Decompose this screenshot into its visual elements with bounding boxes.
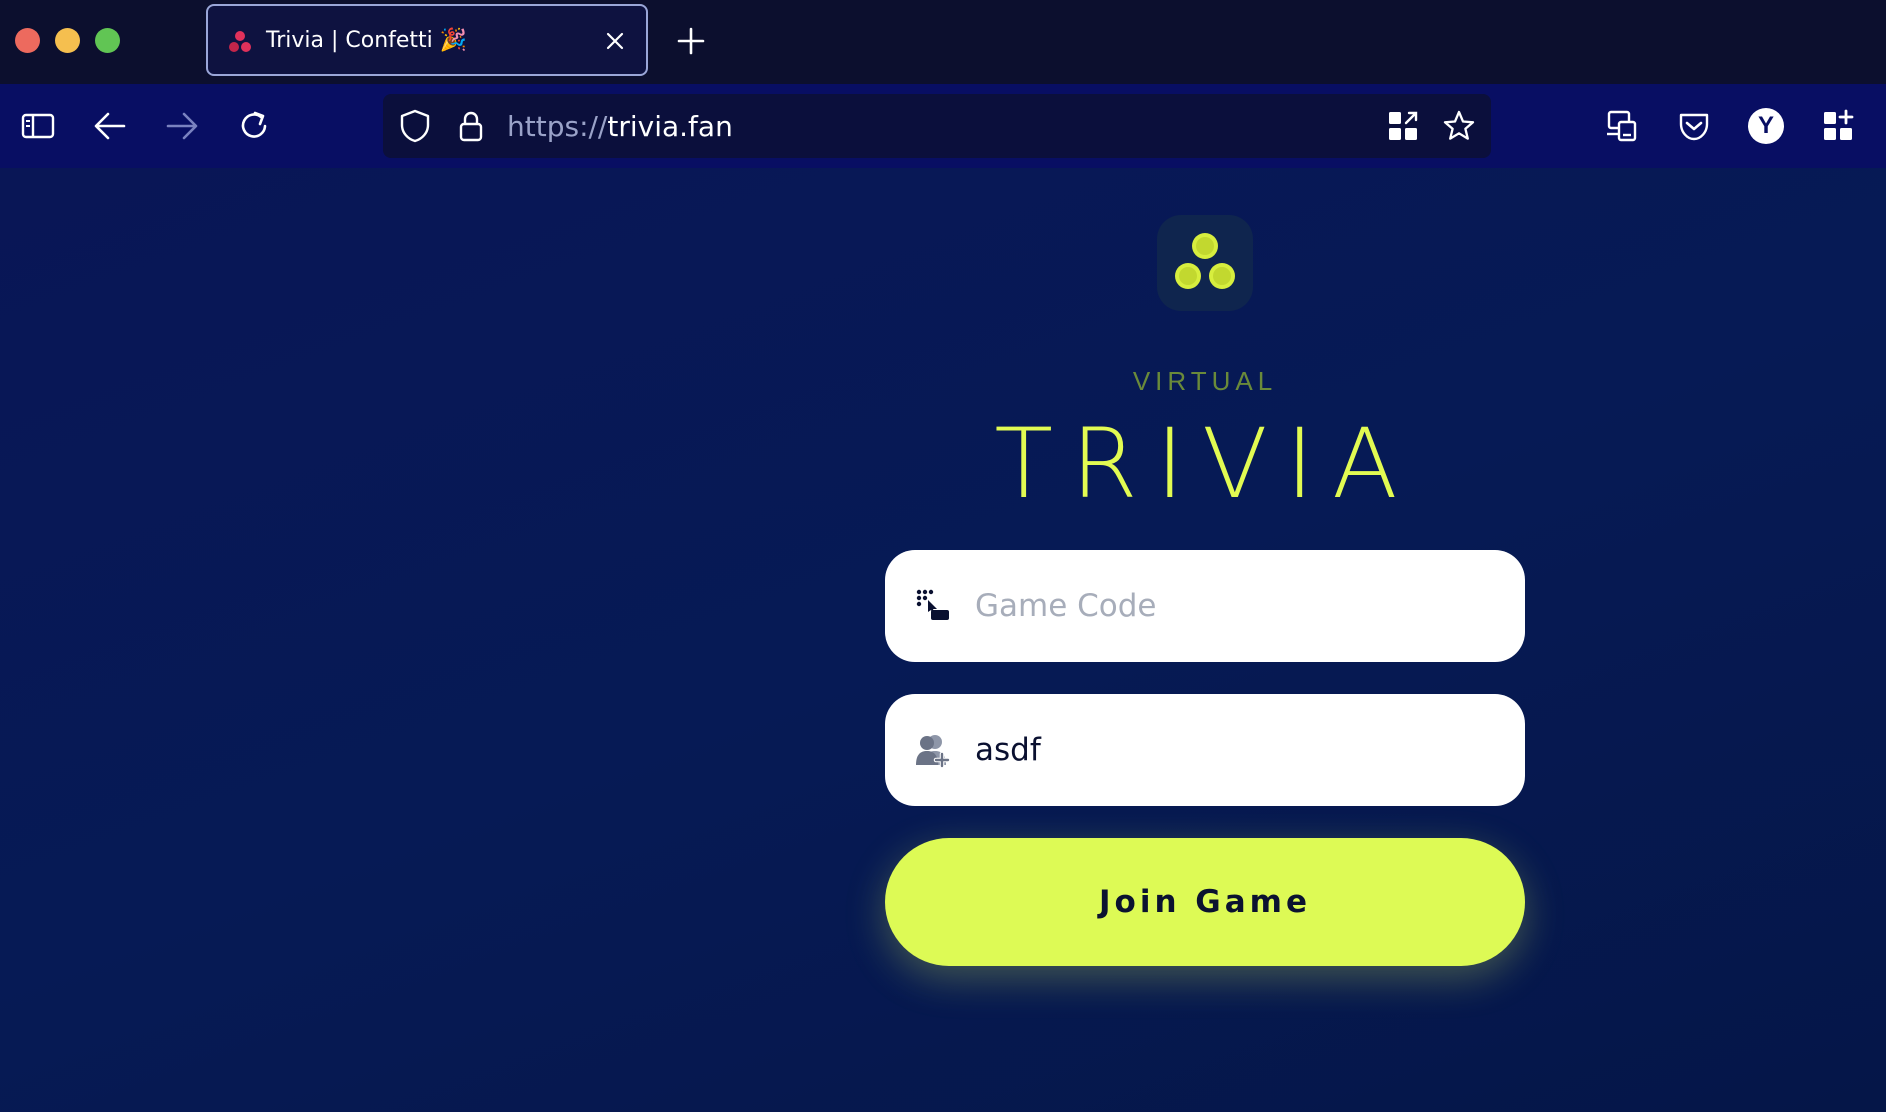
extensions-icon[interactable] xyxy=(1820,108,1856,144)
player-name-input[interactable] xyxy=(975,722,1495,778)
bookmark-star-icon[interactable] xyxy=(1441,108,1477,144)
synced-devices-icon[interactable] xyxy=(1604,108,1640,144)
game-code-field[interactable] xyxy=(885,550,1525,662)
confetti-dots-icon xyxy=(229,31,251,52)
close-tab-icon[interactable] xyxy=(604,30,626,52)
forward-arrow-icon[interactable] xyxy=(164,108,200,144)
account-avatar[interactable]: Y xyxy=(1748,108,1784,144)
qr-code-icon[interactable] xyxy=(1385,108,1421,144)
url-host: trivia.fan xyxy=(607,110,733,143)
page-title: TRIVIA xyxy=(994,408,1416,520)
back-arrow-icon[interactable] xyxy=(92,108,128,144)
add-user-icon xyxy=(916,735,951,768)
join-game-button[interactable]: Join Game xyxy=(885,838,1525,966)
game-code-input[interactable] xyxy=(975,578,1495,634)
sidebar-toggle-icon[interactable] xyxy=(20,108,56,144)
maximize-window-button[interactable] xyxy=(95,28,120,53)
trivia-dots-icon xyxy=(1175,233,1235,289)
shield-icon[interactable] xyxy=(397,108,433,144)
minimize-window-button[interactable] xyxy=(55,28,80,53)
close-window-button[interactable] xyxy=(15,28,40,53)
new-tab-icon[interactable] xyxy=(676,26,706,56)
lock-icon[interactable] xyxy=(453,108,489,144)
game-code-icon xyxy=(916,589,949,620)
pocket-icon[interactable] xyxy=(1676,108,1712,144)
page-content: VIRTUAL TRIVIA Join Game xyxy=(0,168,1886,1112)
reload-icon[interactable] xyxy=(236,108,272,144)
player-name-field[interactable] xyxy=(885,694,1525,806)
browser-titlebar: Trivia | Confetti 🎉 xyxy=(0,0,1886,84)
tab-title: Trivia | Confetti 🎉 xyxy=(266,28,468,53)
page-subtitle: VIRTUAL xyxy=(1132,366,1278,396)
browser-tab-active[interactable]: Trivia | Confetti 🎉 xyxy=(206,4,648,76)
address-bar[interactable]: https://trivia.fan xyxy=(383,94,1491,158)
url-protocol: https:// xyxy=(507,110,608,143)
trivia-logo xyxy=(1157,215,1253,311)
url-text[interactable]: https://trivia.fan xyxy=(507,110,733,143)
browser-toolbar: https://trivia.fan Y xyxy=(0,84,1886,168)
